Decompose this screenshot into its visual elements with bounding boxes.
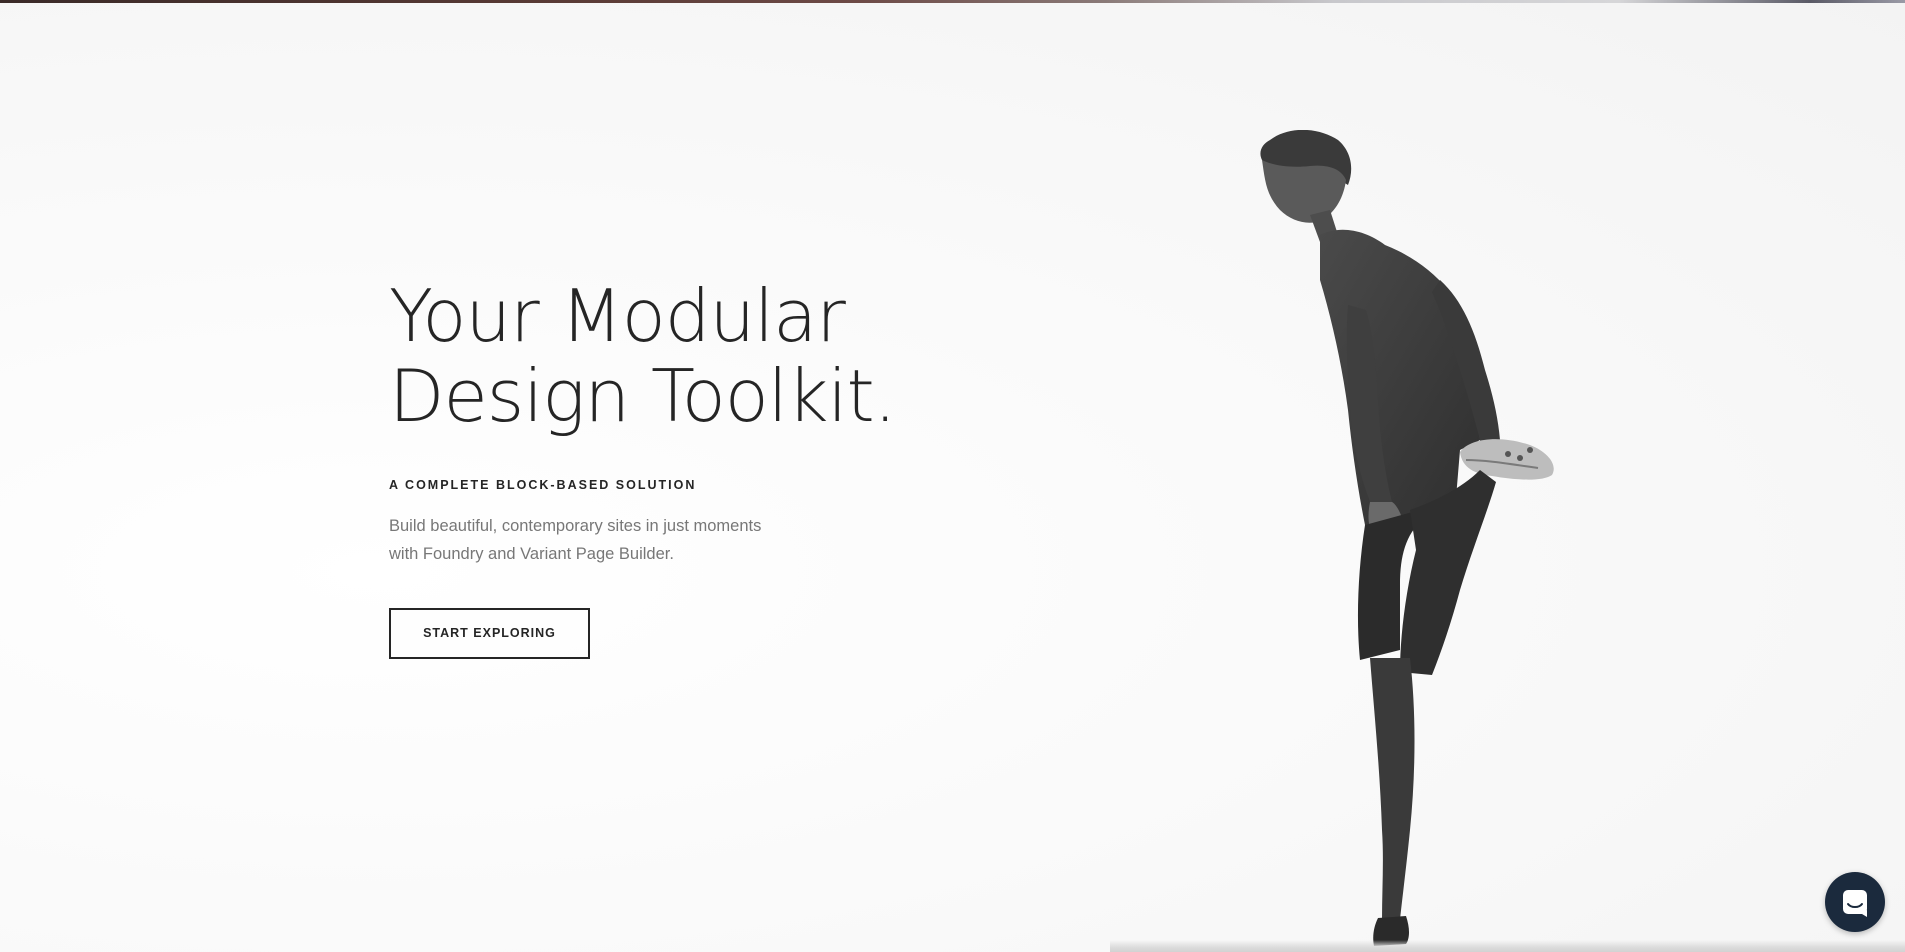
chat-bubble-icon [1843, 890, 1867, 917]
chat-widget-button[interactable] [1825, 872, 1885, 932]
ground-shadow [1110, 940, 1905, 952]
start-exploring-button[interactable]: START EXPLORING [389, 608, 590, 659]
top-image-strip [0, 0, 1905, 3]
hero-content: Your Modular Design Toolkit. A COMPLETE … [389, 276, 949, 659]
hero-headline: Your Modular Design Toolkit. [389, 276, 949, 436]
hero-headline-line-2: Design Toolkit. [389, 354, 897, 438]
hero-lead-line-1: Build beautiful, contemporary sites in j… [389, 517, 762, 535]
hero-photo-man-stretching [1260, 130, 1554, 946]
hero-lead-line-2: with Foundry and Variant Page Builder. [389, 545, 674, 563]
hero-lead: Build beautiful, contemporary sites in j… [389, 512, 809, 568]
hero-eyebrow: A COMPLETE BLOCK-BASED SOLUTION [389, 478, 697, 492]
hero-headline-line-1: Your Modular [389, 274, 846, 358]
page: Your Modular Design Toolkit. A COMPLETE … [0, 0, 1905, 952]
